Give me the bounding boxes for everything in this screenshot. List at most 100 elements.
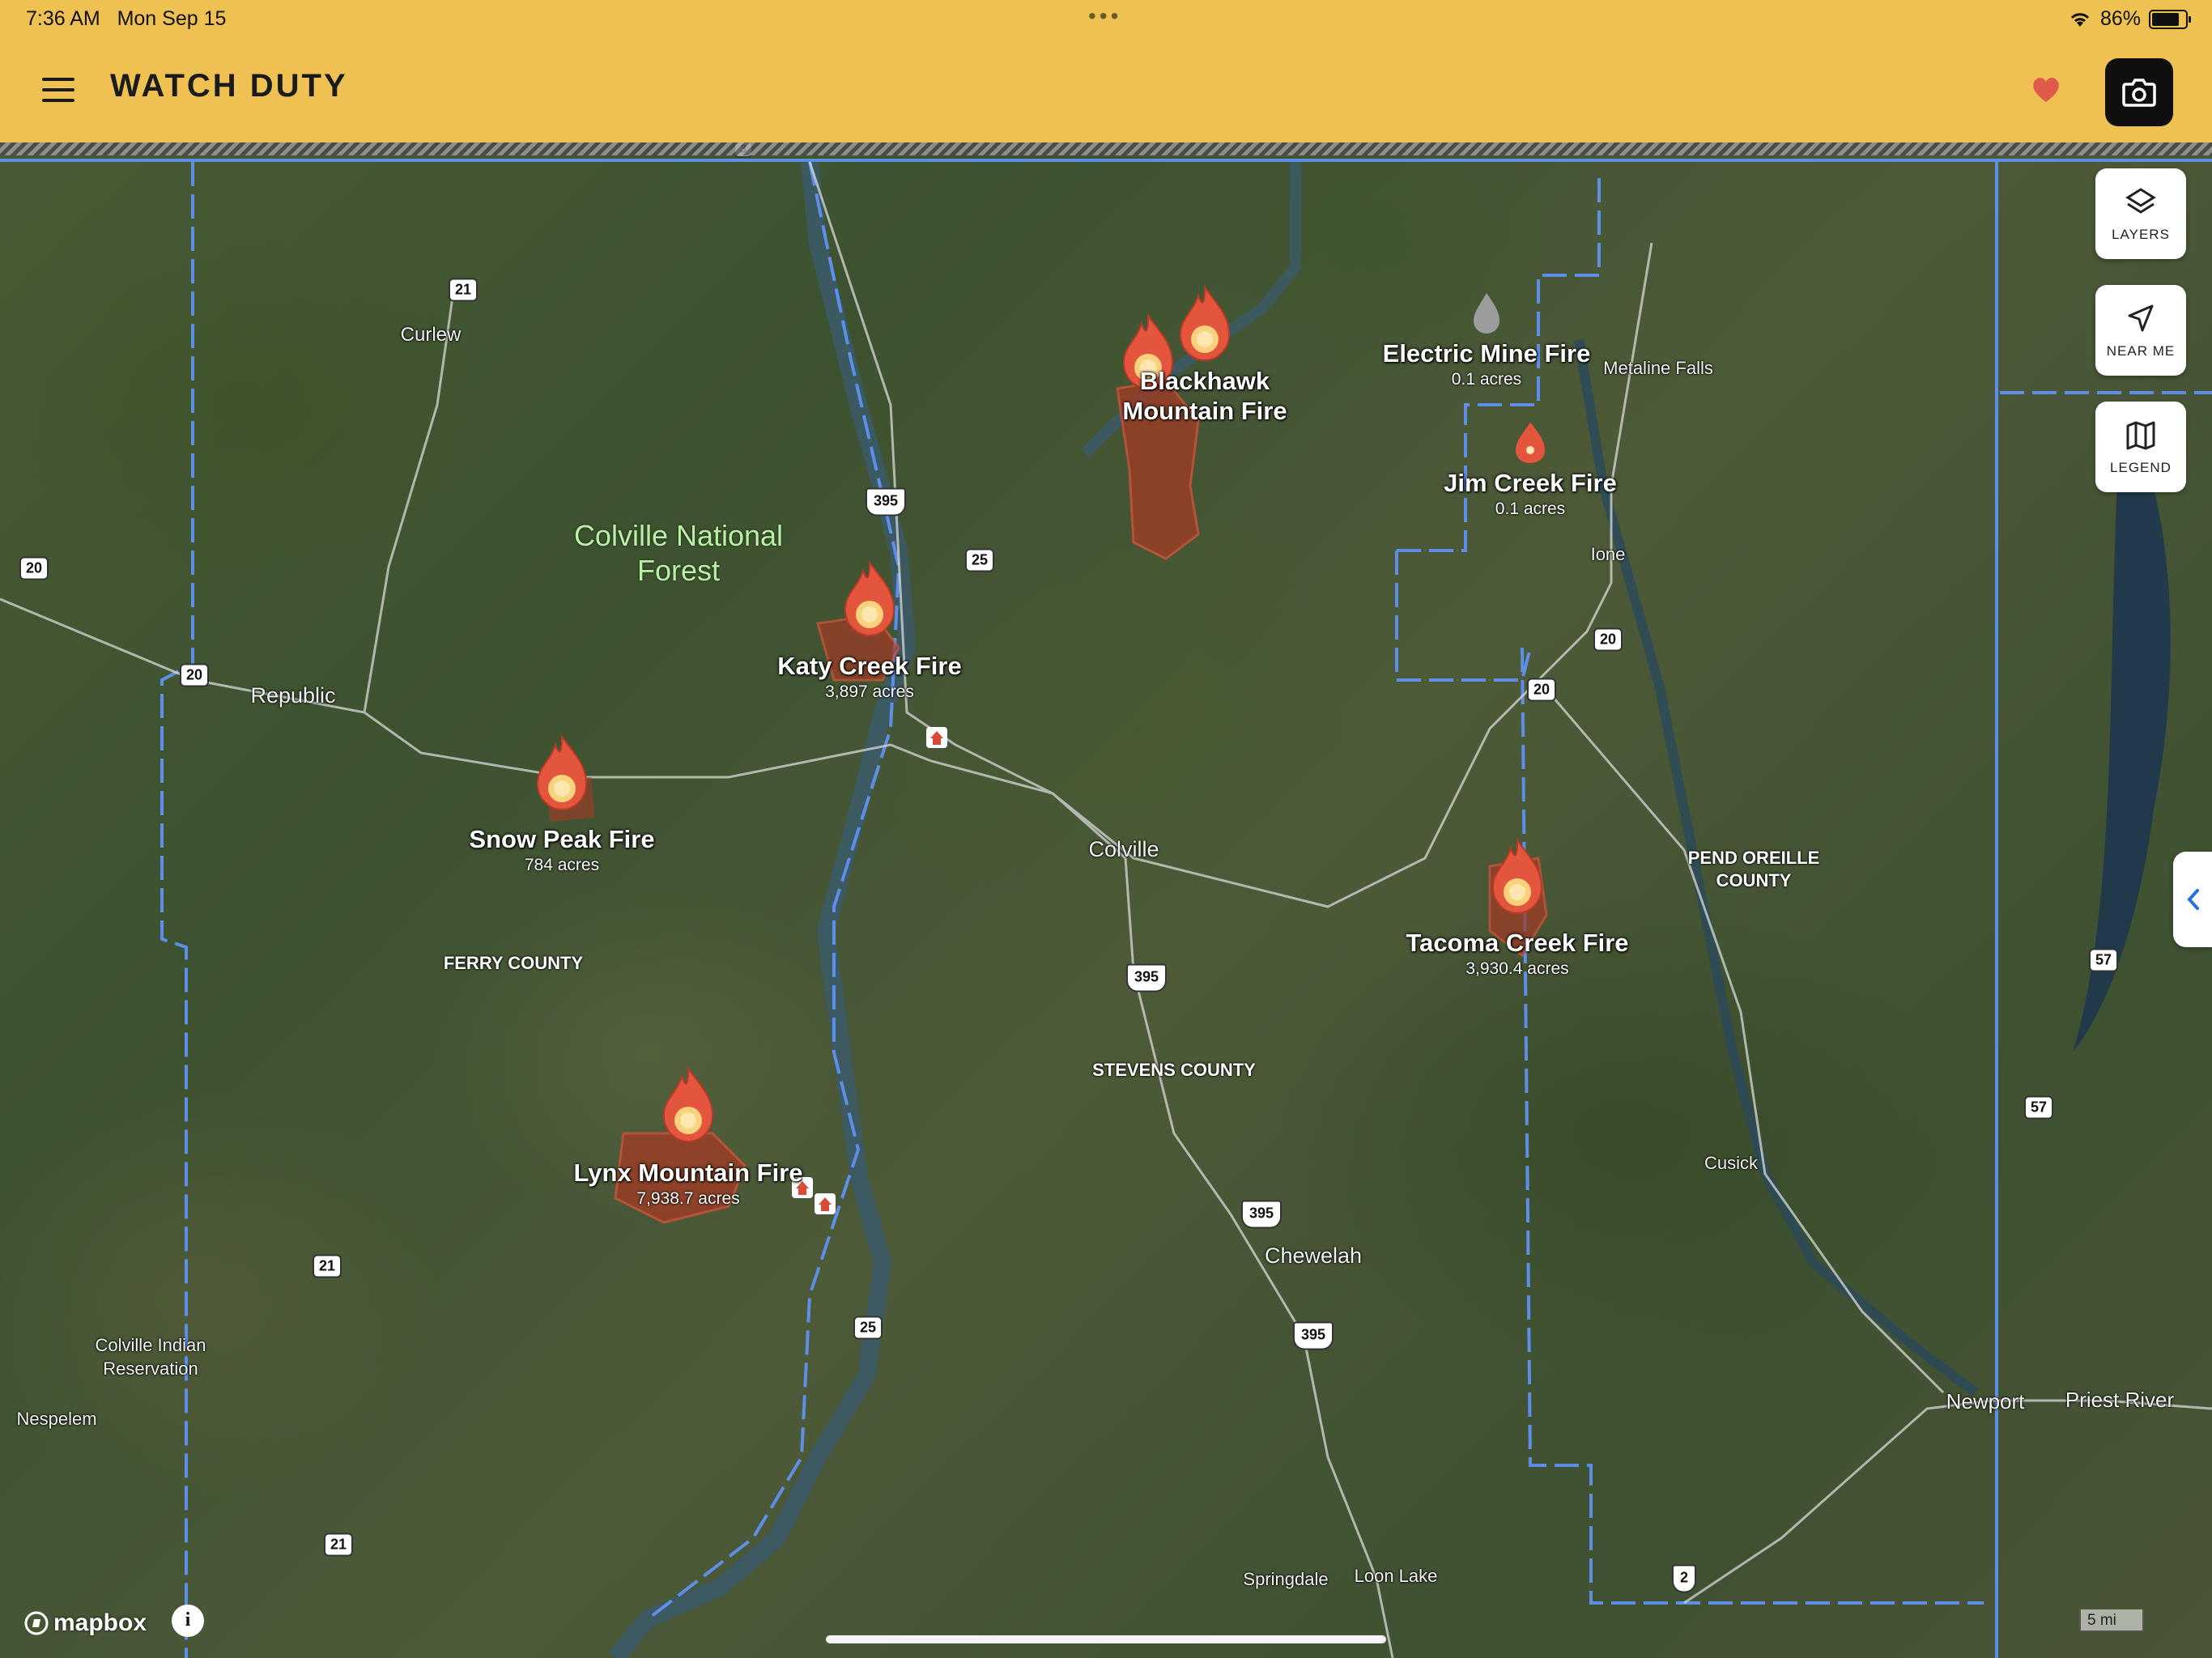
stevens-county-label: STEVENS COUNTY [1092, 1060, 1256, 1080]
camera-button[interactable] [2105, 58, 2173, 126]
home-indicator[interactable] [826, 1635, 1386, 1643]
place-colville-reservation: Colville Indian Reservation [96, 1334, 206, 1380]
map-icon [2126, 421, 2155, 450]
menu-line [42, 99, 74, 102]
battery-icon [2149, 9, 2191, 29]
wifi-icon [2070, 12, 2090, 27]
status-time: 7:36 AM Mon Sep 15 [26, 7, 226, 31]
snow-peak-perimeter [542, 777, 595, 822]
chevron-left-icon [2187, 889, 2199, 910]
road-2 [1683, 1399, 2212, 1605]
fire-label-lynx-mountain[interactable]: Lynx Mountain Fire [573, 1158, 802, 1188]
road-shield: 2 [1671, 1564, 1697, 1593]
mapbox-logo-icon [24, 1611, 49, 1635]
place-nespelem: Nespelem [16, 1409, 97, 1429]
place-curlew: Curlew [400, 324, 462, 346]
heart-icon[interactable] [2028, 71, 2064, 107]
road-shield: 57 [2023, 1095, 2054, 1120]
place-republic: Republic [250, 683, 336, 708]
road-395 [808, 161, 1394, 1658]
near-me-label: NEAR ME [2106, 343, 2176, 359]
road-shield: 395 [1240, 1200, 1283, 1229]
menu-line [42, 88, 74, 91]
navigation-arrow-icon [2128, 304, 2154, 332]
fire-acres-snow-peak: 784 acres [524, 856, 600, 874]
drawer-toggle-button[interactable] [2173, 852, 2212, 947]
fire-acres-lynx-mountain: 7,938.7 acres [636, 1189, 740, 1208]
place-springdale: Springdale [1243, 1569, 1329, 1589]
place-ione: Ione [1590, 544, 1626, 564]
fire-acres-katy-creek: 3,897 acres [825, 682, 914, 701]
road-shield: 395 [865, 487, 907, 517]
place-colville: Colville [1088, 837, 1159, 861]
fire-acres-jim-creek: 0.1 acres [1495, 500, 1566, 518]
hamburger-menu-icon[interactable] [42, 78, 74, 102]
pend-oreille-line1: PEND OREILLE [1687, 848, 1820, 868]
clock: 7:36 AM [26, 7, 100, 30]
place-priest-river: Priest River [2065, 1388, 2175, 1412]
fire-label-katy-creek[interactable]: Katy Creek Fire [777, 651, 961, 681]
road-20-east [1537, 679, 1945, 1394]
fire-name-line1: Blackhawk [1139, 367, 1270, 395]
place-cusick: Cusick [1704, 1153, 1759, 1173]
menu-line [42, 78, 74, 81]
fire-label-tacoma-creek[interactable]: Tacoma Creek Fire [1406, 928, 1628, 958]
status-bar: 7:36 AM Mon Sep 15 ••• 86% [0, 0, 2212, 39]
status-right: 86% [2068, 7, 2191, 31]
forest-line1: Colville National [573, 519, 784, 552]
pend-oreille-line2: COUNTY [1716, 869, 1792, 891]
satellite-map[interactable] [0, 0, 2212, 1658]
reservation-line2: Reservation [103, 1358, 198, 1379]
legend-button[interactable]: LEGEND [2095, 402, 2186, 492]
ferry-county-border-west [160, 162, 194, 1658]
battery-fill [2152, 12, 2179, 26]
inner-region [1395, 551, 1532, 682]
scale-bar: 5 mi [2079, 1609, 2144, 1632]
camera-icon [2122, 79, 2156, 107]
battery-percent: 86% [2099, 7, 2141, 30]
road-shield: 20 [19, 556, 49, 580]
map-overlay [0, 159, 2212, 1658]
place-metaline-falls: Metaline Falls [1603, 358, 1713, 378]
fire-label-electric-mine[interactable]: Electric Mine Fire [1383, 338, 1591, 368]
fire-acres-electric-mine: 0.1 acres [1451, 370, 1522, 389]
road-shield: 21 [312, 1254, 342, 1278]
road-shield: 21 [323, 1533, 354, 1557]
mapbox-attribution[interactable]: mapbox [24, 1609, 147, 1637]
fire-acres-tacoma-creek: 3,930.4 acres [1465, 959, 1569, 978]
layers-icon [2125, 188, 2156, 214]
road-shield: 20 [1526, 678, 1557, 702]
layers-label: LAYERS [2112, 227, 2170, 242]
near-me-button[interactable]: NEAR ME [2095, 285, 2186, 376]
canada-border-hatch [0, 142, 2212, 155]
place-loon-lake: Loon Lake [1354, 1566, 1438, 1586]
road-shield: 25 [964, 548, 995, 572]
place-chewelah: Chewelah [1264, 1244, 1363, 1268]
reservation-line1: Colville Indian [95, 1335, 206, 1355]
colville-national-forest-label: Colville National Forest [574, 518, 783, 588]
pend-oreille-county-label: PEND OREILLE COUNTY [1688, 847, 1820, 891]
forest-line2: Forest [636, 554, 721, 588]
app-title: WATCH DUTY [110, 68, 348, 104]
road-shield: 395 [1125, 963, 1168, 993]
road-shield: 25 [853, 1316, 883, 1340]
road-shield: 20 [179, 663, 210, 687]
layers-button[interactable]: LAYERS [2095, 168, 2186, 259]
info-glyph: i [185, 1609, 191, 1630]
fire-label-jim-creek[interactable]: Jim Creek Fire [1444, 468, 1617, 498]
ferry-county-label: FERRY COUNTY [443, 953, 584, 973]
legend-label: LEGEND [2110, 460, 2172, 475]
fire-name-line2: Mountain Fire [1122, 397, 1287, 426]
lake [2073, 405, 2171, 1052]
fire-label-blackhawk[interactable]: Blackhawk Mountain Fire [1122, 366, 1287, 426]
road-21 [363, 291, 455, 713]
app-header: WATCH DUTY [0, 39, 2212, 142]
info-icon[interactable]: i [172, 1605, 204, 1637]
mapbox-text: mapbox [53, 1609, 147, 1636]
place-newport: Newport [1946, 1389, 2025, 1414]
fire-label-snow-peak[interactable]: Snow Peak Fire [469, 824, 654, 854]
columbia-river [608, 160, 917, 1658]
date: Mon Sep 15 [117, 7, 227, 30]
multitask-dots-icon[interactable]: ••• [1088, 3, 1121, 29]
road-shield: 57 [2088, 948, 2119, 972]
